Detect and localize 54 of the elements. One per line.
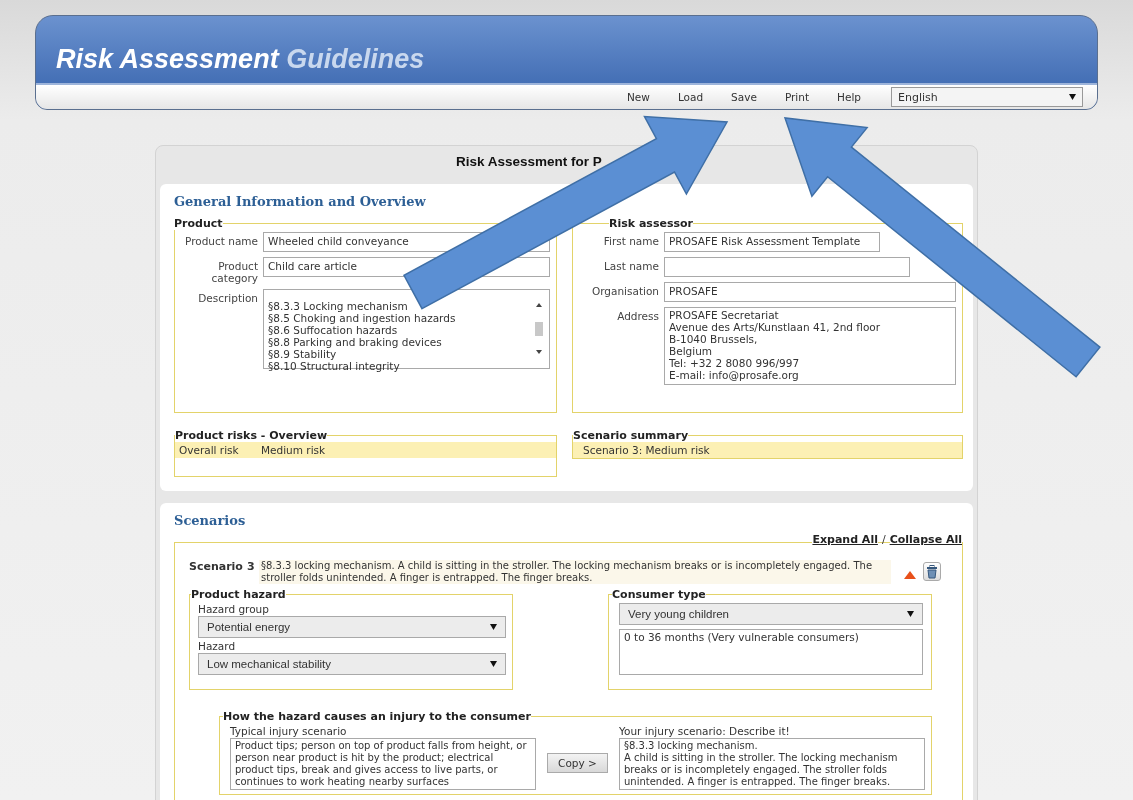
page-title: Risk Assessment for P (455, 153, 603, 171)
expand-all-link[interactable]: Expand All (812, 533, 878, 546)
menu-link[interactable]: Print (770, 91, 824, 103)
consumer-type-select[interactable]: Very young children (619, 603, 923, 625)
field-label: Address (616, 309, 660, 322)
caret-icon (490, 624, 497, 630)
text-field[interactable] (664, 257, 910, 277)
field-label: Description (197, 291, 259, 304)
typical-scenario-field[interactable]: Product tips; person on top of product falls from height, or person near product is hit by the product; electrical product tips, break and gives access to live parts, or continues to work heating nearby surfaces (230, 738, 536, 790)
scenario-number: 3 (247, 560, 256, 573)
address-field[interactable]: PROSAFE Secretariat Avenue des Arts/Kunstlaan 41, 2nd floor B-1040 Brussels, Belgium Tel: +32 2 8080 996/997 E-mail: info@prosafe.org (664, 307, 956, 385)
app-title: Risk Assessment Guidelines (55, 44, 426, 76)
field-label: Product category (210, 259, 259, 284)
consumer-details-field[interactable]: 0 to 36 months (Very vulnerable consumers) (619, 629, 923, 675)
field-label: Organisation (590, 284, 660, 297)
field-label: Your injury scenario: Describe it! (619, 725, 791, 738)
risk-value: Medium risk (261, 444, 326, 456)
hazard-select[interactable]: Low mechanical stability (198, 653, 506, 675)
field-label: Hazard (198, 640, 237, 653)
section-heading: General Information and Overview (174, 194, 427, 209)
menu-link[interactable]: Load (663, 91, 718, 103)
trash-icon[interactable] (923, 562, 941, 581)
field-label: Last name (603, 259, 660, 272)
scenario-description: §8.3.3 locking mechanism. A child is sitting in the stroller. The locking mechanism breaks or is incompletely engaged. The stroller folds unintended. A finger is entrapped. The finger breaks. (259, 560, 891, 584)
copy-button[interactable]: Copy > (547, 752, 608, 773)
fieldset-legend: Product (174, 217, 223, 230)
collapse-triangle-icon[interactable] (903, 570, 917, 580)
field-label: Typical injury scenario (230, 725, 348, 738)
your-scenario-field[interactable]: §8.3.3 locking mechanism. A child is sitting in the stroller. The locking mechanism breaks or is incompletely engaged. The stroller folds unintended. A finger is entrapped. The finger breaks. (619, 738, 925, 790)
field-label: Product name (184, 234, 259, 247)
menu-link[interactable]: Help (823, 91, 875, 103)
separator-text: / (881, 533, 886, 546)
fieldset-legend: How the hazard causes an injury to the consumer (223, 710, 531, 723)
text-field[interactable]: PROSAFE Risk Assessment Template (664, 232, 880, 252)
caret-icon (907, 611, 914, 617)
field-label: First name (602, 234, 660, 247)
section-heading: Scenarios (174, 513, 247, 528)
caret-icon (490, 661, 497, 667)
fieldset-legend: Consumer type (612, 588, 706, 601)
caret-icon (1069, 94, 1076, 100)
risk-label: Overall risk (179, 444, 240, 456)
menu-link[interactable]: New (613, 91, 664, 103)
hazard-group-select[interactable]: Potential energy (198, 616, 506, 638)
field-label: Hazard group (198, 603, 270, 616)
collapse-all-link[interactable]: Collapse All (889, 533, 962, 546)
fieldset-legend: Product hazard (191, 588, 286, 601)
scenario-label: Scenario (189, 560, 244, 573)
fieldset-legend: Product risks - Overview (175, 429, 328, 442)
fieldset-legend: Risk assessor (609, 217, 693, 230)
fieldset-legend: Scenario summary (573, 429, 689, 442)
text-field[interactable]: PROSAFE (664, 282, 956, 302)
language-select[interactable]: English (891, 87, 1083, 107)
menu-link[interactable]: Save (717, 91, 771, 103)
summary-text: Scenario 3: Medium risk (582, 444, 710, 456)
